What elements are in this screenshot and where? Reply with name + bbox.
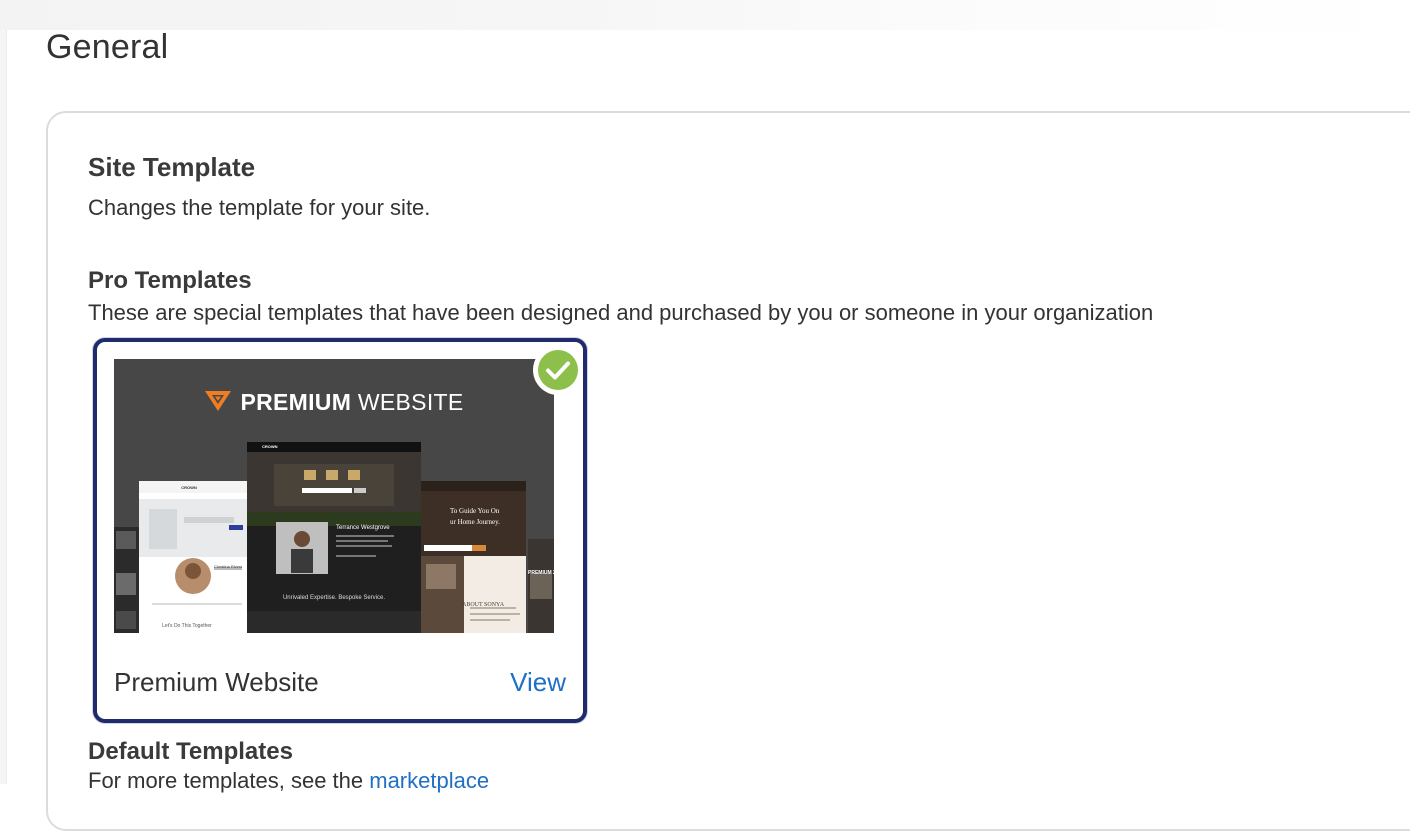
default-templates-title: Default Templates bbox=[88, 738, 293, 765]
site-template-description: Changes the template for your site. bbox=[88, 195, 431, 220]
view-template-link[interactable]: View bbox=[510, 667, 566, 698]
mock-center-heading: CROWN bbox=[262, 444, 278, 449]
mock-left-heading: CROWN bbox=[181, 485, 197, 490]
mock-right-headline-1: To Guide You On bbox=[450, 507, 500, 515]
left-rail bbox=[0, 30, 7, 784]
top-bar bbox=[0, 0, 1410, 30]
default-templates-description: For more templates, see the marketplace bbox=[88, 768, 489, 794]
mockup-left: Let's Do This Together CROWN Christina R… bbox=[139, 481, 249, 633]
check-circle-icon bbox=[538, 350, 578, 390]
mock-far-right: PREMIUM 2 OF bbox=[528, 570, 554, 576]
mock-left-name: Christina Rivers bbox=[214, 564, 242, 569]
marketplace-link[interactable]: marketplace bbox=[369, 768, 489, 793]
selected-badge bbox=[533, 345, 583, 395]
mock-right-headline-2: ur Home Journey. bbox=[450, 518, 500, 526]
mock-right-about: ABOUT SONYA bbox=[462, 602, 505, 608]
mockup-center: CROWN Terrance Westgrove Unrivaled Exper… bbox=[247, 442, 421, 633]
pro-templates-title: Pro Templates bbox=[88, 267, 252, 294]
default-templates-prefix: For more templates, see the bbox=[88, 768, 364, 793]
template-thumbnail[interactable]: PREMIUM WEBSITE Let's Do This Together C… bbox=[114, 359, 554, 633]
template-mockups: Let's Do This Together CROWN Christina R… bbox=[114, 442, 554, 633]
template-name: Premium Website bbox=[114, 667, 319, 697]
mock-left-footer: Let's Do This Together bbox=[162, 623, 212, 629]
page-title: General bbox=[46, 28, 169, 66]
mock-center-name: Terrance Westgrove bbox=[336, 525, 390, 531]
mock-center-footer: Unrivaled Expertise. Bespoke Service. bbox=[283, 595, 385, 601]
site-template-title: Site Template bbox=[88, 152, 256, 182]
pro-templates-description: These are special templates that have be… bbox=[88, 300, 1154, 325]
